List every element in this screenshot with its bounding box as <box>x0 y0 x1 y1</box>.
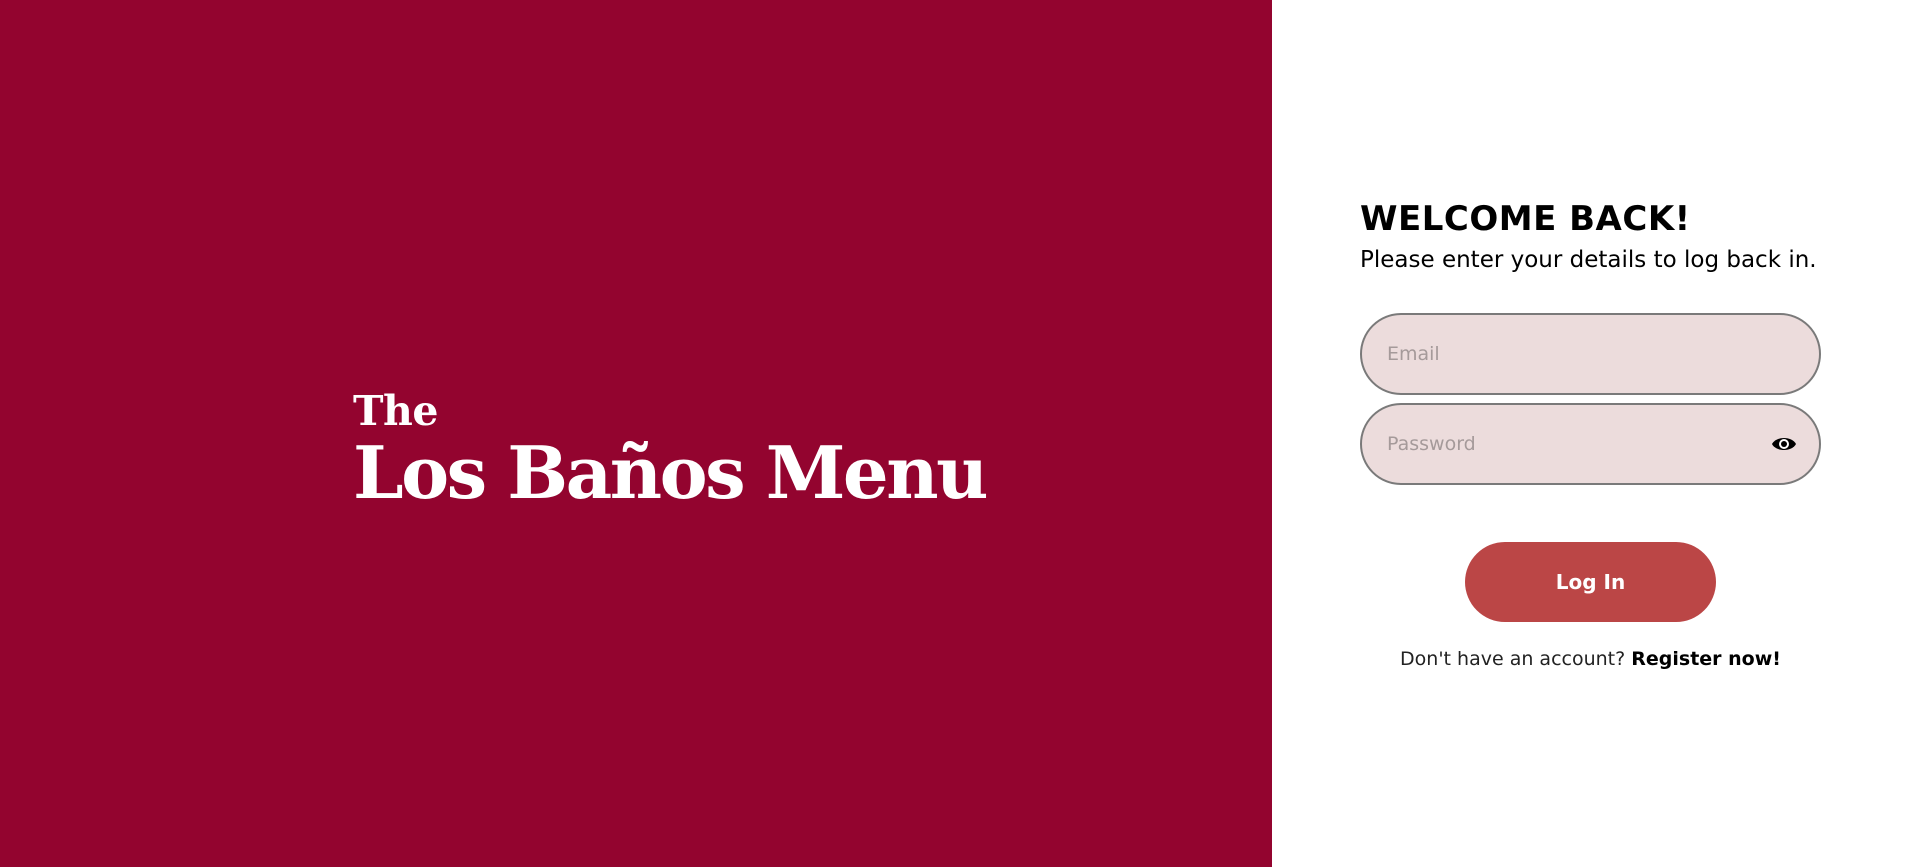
password-field[interactable] <box>1360 403 1821 485</box>
brand-panel: The Los Baños Menu <box>0 0 1272 867</box>
register-prompt: Don't have an account? <box>1400 648 1626 670</box>
email-input[interactable] <box>1387 315 1767 393</box>
brand-logo-name: Los Baños Menu <box>353 430 988 515</box>
page-title: WELCOME BACK! <box>1360 199 1691 239</box>
password-input[interactable] <box>1387 405 1767 483</box>
register-link[interactable]: Register now! <box>1631 648 1781 670</box>
register-prompt-line: Don't have an account? Register now! <box>1272 645 1906 673</box>
brand-logo: The Los Baños Menu <box>353 387 988 515</box>
page-subtitle: Please enter your details to log back in… <box>1360 247 1817 273</box>
login-button[interactable]: Log In <box>1465 542 1716 622</box>
login-form-panel: WELCOME BACK! Please enter your details … <box>1272 0 1906 867</box>
login-page: The Los Baños Menu WELCOME BACK! Please … <box>0 0 1906 867</box>
brand-logo-the: The <box>353 387 438 435</box>
eye-icon[interactable] <box>1771 433 1797 455</box>
email-field[interactable] <box>1360 313 1821 395</box>
